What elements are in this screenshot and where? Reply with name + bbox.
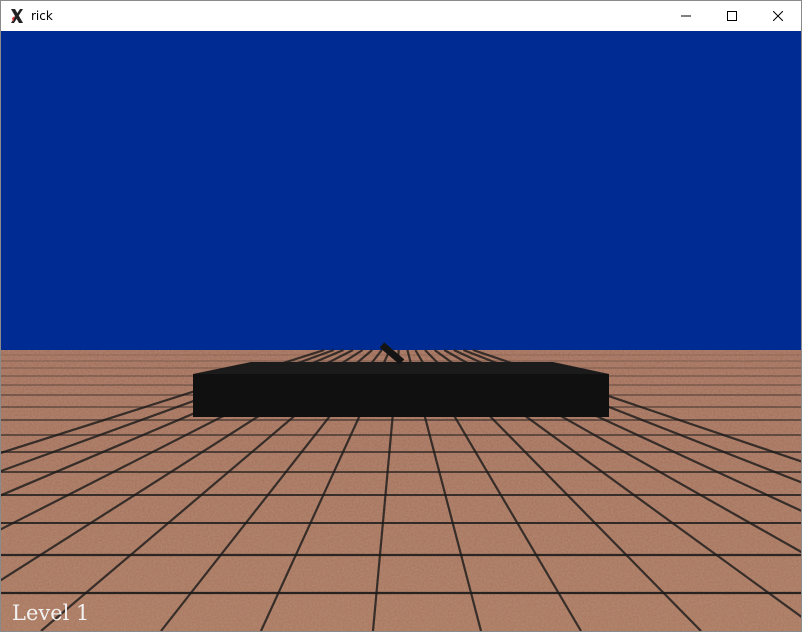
sky <box>1 31 801 350</box>
game-window: rick Level 1 <box>0 0 802 632</box>
window-title: rick <box>31 9 53 23</box>
platform-top <box>193 362 609 374</box>
platform-front <box>193 374 609 417</box>
close-button[interactable] <box>755 1 801 31</box>
minimize-icon <box>681 15 691 17</box>
maximize-icon <box>727 11 737 21</box>
level-label: Level 1 <box>12 601 90 625</box>
title-bar[interactable]: rick <box>1 1 801 31</box>
game-scene <box>1 31 801 631</box>
minimize-button[interactable] <box>663 1 709 31</box>
maximize-button[interactable] <box>709 1 755 31</box>
close-icon <box>773 11 783 21</box>
x-app-icon <box>11 9 23 23</box>
game-viewport[interactable]: Level 1 <box>1 31 801 631</box>
